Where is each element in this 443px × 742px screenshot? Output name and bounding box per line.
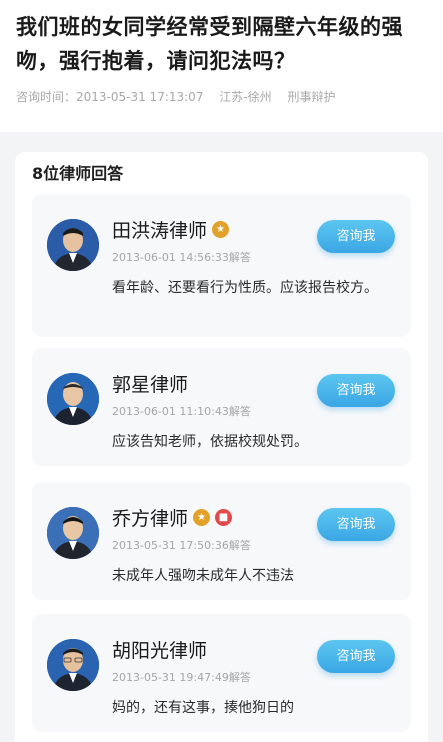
consult-button[interactable]: 咨询我 <box>317 508 395 541</box>
answer-time: 2013-06-01 11:10:43解答 <box>112 405 251 418</box>
gold-medal-icon: ★ <box>193 509 211 526</box>
consult-button[interactable]: 咨询我 <box>317 220 395 253</box>
gold-medal-icon: ★ <box>212 221 230 238</box>
answer-time: 2013-06-01 14:56:33解答 <box>112 251 251 264</box>
question-title: 我们班的女同学经常受到隔壁六年级的强吻，强行抱着，请问犯法吗？ <box>16 15 403 73</box>
consult-button[interactable]: 咨询我 <box>317 640 395 673</box>
lawyer-name[interactable]: 田洪涛律师 ★ <box>112 216 230 243</box>
answer-time: 2013-05-31 19:47:49解答 <box>112 671 251 684</box>
lawyer-avatar[interactable] <box>47 639 99 691</box>
question-meta: 咨询时间：2013-05-31 17:13:07 江苏-徐州 刑事辩护 <box>16 88 427 105</box>
answers-panel: 8位律师回答 田洪涛律师 ★ 2013-06-01 14:56:33解答 咨询我… <box>15 152 428 742</box>
question-header: 我们班的女同学经常受到隔壁六年级的强吻，强行抱着，请问犯法吗？ 咨询时间：201… <box>0 0 443 132</box>
consult-button[interactable]: 咨询我 <box>317 374 395 407</box>
answers-heading: 8位律师回答 <box>32 164 124 183</box>
answer-card: 田洪涛律师 ★ 2013-06-01 14:56:33解答 咨询我 看年龄、还要… <box>32 194 411 337</box>
question-time: 咨询时间：2013-05-31 17:13:07 <box>16 90 204 104</box>
answer-card: 乔方律师 ★ ■ 2013-05-31 17:50:36解答 咨询我 未成年人强… <box>32 482 411 600</box>
answer-text: 未成年人强吻未成年人不违法 <box>112 568 294 584</box>
answer-text: 应该告知老师，依据校规处罚。 <box>112 434 308 450</box>
question-location: 江苏-徐州 <box>219 90 272 104</box>
lawyer-avatar[interactable] <box>47 507 99 559</box>
question-category[interactable]: 刑事辩护 <box>287 90 335 104</box>
answer-text: 妈的，还有这事，揍他狗日的 <box>112 700 294 716</box>
answer-time: 2013-05-31 17:50:36解答 <box>112 539 251 552</box>
red-badge-icon: ■ <box>215 509 233 526</box>
answer-text: 看年龄、还要看行为性质。应该报告校方。 <box>112 280 378 296</box>
lawyer-name[interactable]: 郭星律师 <box>112 370 188 397</box>
lawyer-avatar[interactable] <box>47 219 99 271</box>
lawyer-avatar[interactable] <box>47 373 99 425</box>
lawyer-name[interactable]: 胡阳光律师 <box>112 636 207 663</box>
answer-card: 郭星律师 2013-06-01 11:10:43解答 咨询我 应该告知老师，依据… <box>32 348 411 466</box>
lawyer-name[interactable]: 乔方律师 ★ ■ <box>112 504 233 531</box>
answer-card: 胡阳光律师 2013-05-31 19:47:49解答 咨询我 妈的，还有这事，… <box>32 614 411 732</box>
